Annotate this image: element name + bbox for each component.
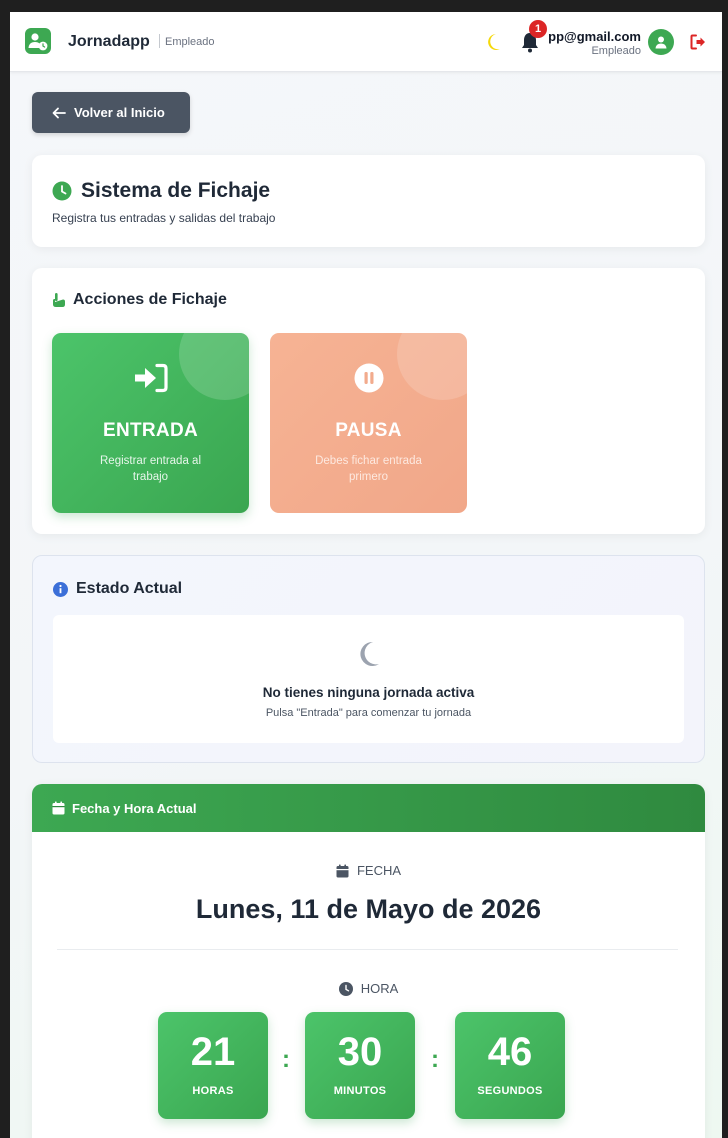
hand-pointer-icon	[53, 293, 65, 307]
hours-value: 21	[190, 1030, 236, 1074]
date-label-row: FECHA	[32, 863, 705, 878]
entry-button[interactable]: ENTRADA Registrar entrada al trabajo	[52, 333, 249, 513]
status-hint: Pulsa "Entrada" para comenzar tu jornada	[265, 707, 472, 719]
avatar[interactable]	[648, 29, 674, 55]
minutes-label: MINUTOS	[333, 1085, 387, 1097]
pause-title: PAUSA	[335, 420, 402, 441]
time-separator: :	[431, 1046, 439, 1073]
hours-box: 21 HORAS	[158, 1012, 268, 1119]
notification-badge: 1	[529, 20, 547, 38]
logout-icon[interactable]	[689, 33, 707, 51]
minutes-value: 30	[337, 1030, 383, 1074]
status-panel: No tienes ninguna jornada activa Pulsa "…	[53, 615, 684, 743]
seconds-box: 46 SEGUNDOS	[455, 1012, 565, 1119]
back-home-button[interactable]: Volver al Inicio	[32, 92, 190, 133]
user-role: Empleado	[591, 45, 641, 57]
brand-divider	[159, 34, 160, 48]
arrow-left-icon	[52, 107, 66, 118]
current-date: Lunes, 11 de Mayo de 2026	[195, 894, 542, 924]
app-frame: Jornadapp Empleado 1 pp@gmail.com Emplea…	[10, 12, 722, 1138]
entry-description: Registrar entrada al trabajo	[100, 455, 201, 483]
actions-card: Acciones de Fichaje ENTRADA Registrar en…	[32, 268, 705, 534]
sign-in-icon	[52, 363, 249, 393]
datetime-title: Fecha y Hora Actual	[72, 800, 197, 816]
info-circle-icon	[53, 581, 68, 597]
user-clock-icon[interactable]	[25, 28, 51, 54]
date-label: FECHA	[356, 863, 402, 878]
status-message: No tienes ninguna jornada activa	[262, 685, 475, 700]
datetime-divider	[57, 949, 678, 950]
brand-name[interactable]: Jornadapp	[68, 33, 150, 51]
status-title-row: Estado Actual	[53, 580, 182, 598]
pause-circle-icon	[270, 363, 467, 393]
clock-icon	[338, 981, 353, 996]
moon-icon[interactable]	[485, 32, 503, 52]
seconds-value: 46	[487, 1030, 533, 1074]
status-card: Estado Actual No tienes ninguna jornada …	[32, 555, 705, 763]
datetime-card: Fecha y Hora Actual FECHA Lunes, 11 de M…	[32, 784, 705, 1138]
time-label-row: HORA	[32, 981, 705, 996]
clock-icon	[52, 181, 72, 201]
calendar-icon	[336, 864, 349, 877]
status-title: Estado Actual	[76, 580, 183, 597]
user-email: pp@gmail.com	[548, 29, 641, 44]
seconds-label: SEGUNDOS	[477, 1085, 543, 1097]
pause-button[interactable]: PAUSA Debes fichar entrada primero	[270, 333, 467, 513]
page-title: Sistema de Fichaje	[81, 179, 271, 202]
brand-role-tag: Empleado	[165, 36, 215, 48]
page-title-row: Sistema de Fichaje	[52, 179, 270, 203]
back-home-label: Volver al Inicio	[74, 105, 165, 120]
calendar-icon	[52, 801, 65, 815]
actions-title-row: Acciones de Fichaje	[52, 291, 227, 309]
time-label: HORA	[360, 981, 399, 996]
page-subtitle: Registra tus entradas y salidas del trab…	[52, 211, 276, 225]
user-icon	[655, 36, 667, 49]
time-separator: :	[282, 1046, 290, 1073]
datetime-header: Fecha y Hora Actual	[32, 784, 705, 832]
pause-description: Debes fichar entrada primero	[315, 455, 422, 483]
entry-title: ENTRADA	[103, 420, 198, 441]
top-navbar: Jornadapp Empleado 1 pp@gmail.com Emplea…	[10, 12, 722, 72]
actions-title: Acciones de Fichaje	[73, 291, 227, 308]
moon-icon	[53, 641, 684, 667]
page-header-card: Sistema de Fichaje Registra tus entradas…	[32, 155, 705, 247]
minutes-box: 30 MINUTOS	[305, 1012, 415, 1119]
hours-label: HORAS	[192, 1085, 234, 1097]
